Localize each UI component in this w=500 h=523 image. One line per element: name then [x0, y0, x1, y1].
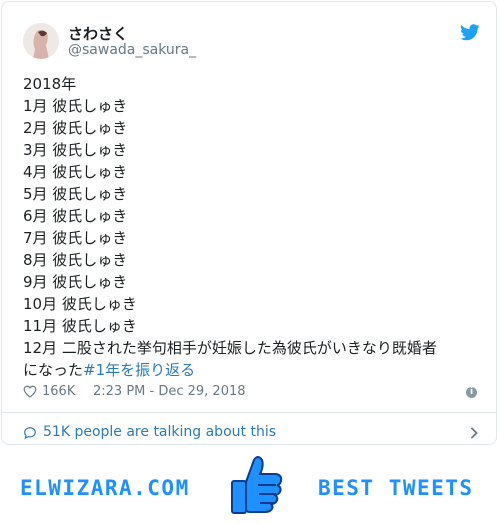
divider: [2, 412, 496, 413]
timestamp[interactable]: 2:23 PM - Dec 29, 2018: [93, 384, 246, 399]
tweet-card: さわさく @sawada_sakura_ 2018年 1月 彼氏しゅき 2月 彼…: [1, 1, 497, 445]
conversation-link[interactable]: 51K people are talking about this: [23, 424, 483, 442]
best-tweets-label: BEST TWEETS: [318, 476, 474, 500]
tweet-line: 10月 彼氏しゅき: [23, 295, 137, 313]
twitter-bird-icon[interactable]: [460, 24, 480, 41]
tweet-line: 9月 彼氏しゅき: [23, 273, 128, 291]
tweet-line: 11月 彼氏しゅき: [23, 317, 137, 335]
tweet-line: 5月 彼氏しゅき: [23, 185, 128, 203]
tweet-line: 6月 彼氏しゅき: [23, 207, 128, 225]
tweet-meta: 166K 2:23 PM - Dec 29, 2018 i: [23, 384, 481, 402]
tweet-line: 2月 彼氏しゅき: [23, 119, 128, 137]
tweet-line: 1月 彼氏しゅき: [23, 97, 128, 115]
tweet-line: 12月 二股された挙句相手が妊娠した為彼氏がいきなり既婚者: [23, 339, 437, 357]
user-handle[interactable]: @sawada_sakura_: [68, 42, 196, 58]
tweet-line: 8月 彼氏しゅき: [23, 251, 128, 269]
display-name[interactable]: さわさく: [68, 23, 128, 44]
talking-label[interactable]: 51K people are talking about this: [43, 424, 276, 440]
tweet-line: 7月 彼氏しゅき: [23, 229, 128, 247]
tweet-line: 3月 彼氏しゅき: [23, 141, 128, 159]
hashtag-link[interactable]: #1年を振り返る: [83, 361, 195, 379]
avatar[interactable]: [23, 23, 59, 59]
footer-banner: ELWIZARA.COM BEST TWEETS: [0, 448, 500, 523]
speech-bubble-icon: [24, 427, 36, 440]
tweet-line: 4月 彼氏しゅき: [23, 163, 128, 181]
tweet-line: 2018年: [23, 75, 77, 93]
brand-name: ELWIZARA.COM: [20, 476, 190, 500]
info-icon[interactable]: i: [466, 387, 477, 398]
tweet-text: 2018年 1月 彼氏しゅき 2月 彼氏しゅき 3月 彼氏しゅき 4月 彼氏しゅ…: [23, 73, 483, 381]
tweet-line-prefix: になった: [23, 361, 84, 379]
chevron-right-icon[interactable]: [469, 427, 479, 439]
heart-icon[interactable]: [23, 385, 37, 398]
thumbs-up-icon: [231, 456, 283, 514]
like-count[interactable]: 166K: [42, 384, 75, 399]
tweet-line: になった#1年を振り返る: [23, 359, 483, 381]
